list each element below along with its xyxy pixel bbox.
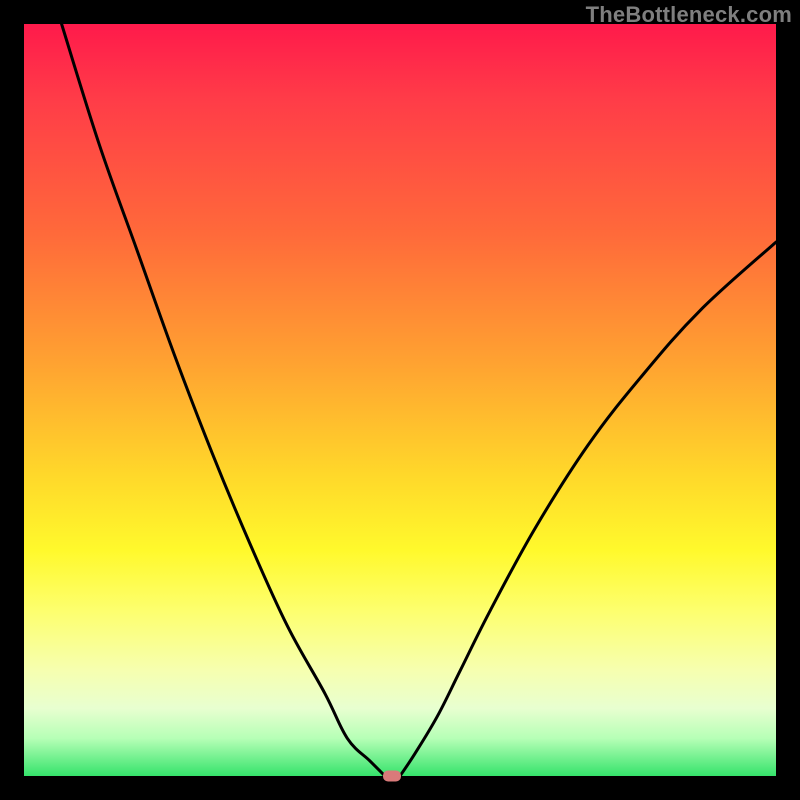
watermark-text: TheBottleneck.com: [586, 2, 792, 28]
curve-path: [62, 24, 776, 776]
bottleneck-curve: [24, 24, 776, 776]
plot-area: [24, 24, 776, 776]
balance-point-marker: [383, 771, 401, 782]
chart-frame: TheBottleneck.com: [0, 0, 800, 800]
